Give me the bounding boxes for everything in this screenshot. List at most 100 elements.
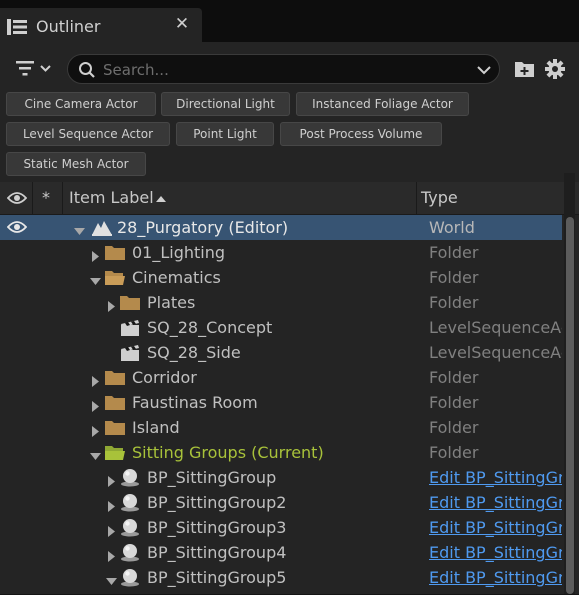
outliner-list-icon (6, 18, 28, 36)
actor-sphere-icon (119, 543, 141, 562)
add-folder-icon[interactable] (514, 59, 536, 79)
row-label: SQ_28_Side (147, 343, 241, 362)
expand-arrow-icon[interactable] (106, 472, 117, 487)
row-label: Plates (147, 293, 196, 312)
search-box[interactable] (67, 54, 500, 84)
outliner-panel: Cine Camera Actor Directional Light Inst… (0, 42, 579, 594)
expand-arrow-icon[interactable] (90, 372, 101, 387)
expand-arrow-icon[interactable] (90, 272, 101, 285)
filter-chip-instanced-foliage-actor[interactable]: Instanced Foliage Actor (296, 92, 469, 116)
expand-arrow-icon[interactable] (90, 447, 101, 460)
folder-icon (104, 368, 126, 387)
folder-icon (104, 243, 126, 262)
edit-blueprint-link[interactable]: Edit BP_SittingGroup (429, 518, 562, 537)
row-type: Folder (429, 393, 479, 412)
column-pin[interactable]: * (33, 182, 63, 214)
tree-row-sequence[interactable]: SQ_28_Concept LevelSequenceActor (0, 315, 562, 340)
row-label: Corridor (132, 368, 197, 387)
filter-chip-directional-light[interactable]: Directional Light (161, 92, 290, 116)
filter-chip-static-mesh-actor[interactable]: Static Mesh Actor (6, 152, 146, 176)
edit-blueprint-link[interactable]: Edit BP_SittingGroup (429, 493, 562, 512)
expand-arrow-icon[interactable] (106, 297, 117, 312)
tree-row-folder[interactable]: Plates Folder (0, 290, 562, 315)
tree-row-actor[interactable]: BP_SittingGroup Edit BP_SittingGroup (0, 465, 562, 490)
sort-ascending-icon (156, 196, 166, 202)
row-type: Folder (429, 293, 479, 312)
folder-icon (104, 393, 126, 412)
row-type: Folder (429, 418, 479, 437)
clapperboard-icon (119, 318, 141, 337)
edit-blueprint-link[interactable]: Edit BP_SittingGroup (429, 543, 562, 562)
folder-open-icon (104, 443, 126, 462)
outliner-tree: 28_Purgatory (Editor) World 01_Lighting … (0, 215, 579, 595)
actor-sphere-icon (119, 493, 141, 512)
filter-button[interactable] (14, 58, 56, 80)
row-label: BP_SittingGroup2 (147, 493, 287, 512)
tree-row-folder[interactable]: Faustinas Room Folder (0, 390, 562, 415)
tree-row-folder-current[interactable]: Sitting Groups (Current) Folder (0, 440, 562, 465)
tab-outliner[interactable]: Outliner ✕ (0, 8, 202, 44)
row-type: Folder (429, 243, 479, 262)
tree-row-actor[interactable]: BP_SittingGroup3 Edit BP_SittingGroup (0, 515, 562, 540)
expand-arrow-icon[interactable] (90, 247, 101, 262)
column-header-row: * Item Label Type (0, 182, 579, 215)
row-label: Sitting Groups (Current) (132, 443, 324, 462)
tree-row-folder[interactable]: Cinematics Folder (0, 265, 562, 290)
tree-row-folder[interactable]: Corridor Folder (0, 365, 562, 390)
folder-icon (119, 293, 141, 312)
filter-chip-post-process-volume[interactable]: Post Process Volume (280, 122, 442, 146)
row-type: Folder (429, 268, 479, 287)
filter-chip-point-light[interactable]: Point Light (176, 122, 274, 146)
expand-arrow-icon[interactable] (90, 397, 101, 412)
row-label: BP_SittingGroup4 (147, 543, 287, 562)
expand-arrow-icon[interactable] (106, 522, 117, 537)
pin-header: * (42, 188, 50, 207)
edit-blueprint-link[interactable]: Edit BP_SittingGroup (429, 468, 562, 487)
clapperboard-icon (119, 343, 141, 362)
row-label: 01_Lighting (132, 243, 226, 262)
scrollbar-thumb[interactable] (566, 217, 574, 594)
tree-row-actor[interactable]: BP_SittingGroup4 Edit BP_SittingGroup (0, 540, 562, 565)
close-icon[interactable]: ✕ (174, 16, 190, 33)
tree-row-folder[interactable]: Island Folder (0, 415, 562, 440)
column-item-label[interactable]: Item Label (63, 182, 417, 214)
tree-row-actor[interactable]: BP_SittingGroup5 Edit BP_SittingGroup (0, 565, 562, 590)
row-label: BP_SittingGroup3 (147, 518, 287, 537)
row-label: BP_SittingGroup (147, 468, 277, 487)
tab-title: Outliner (36, 17, 101, 36)
expand-arrow-icon[interactable] (90, 422, 101, 437)
expand-arrow-icon[interactable] (74, 222, 85, 235)
row-label: BP_SittingGroup5 (147, 568, 287, 587)
filter-chip-level-sequence-actor[interactable]: Level Sequence Actor (6, 122, 170, 146)
vertical-scrollbar[interactable] (564, 173, 575, 594)
filter-chip-cine-camera-actor[interactable]: Cine Camera Actor (6, 92, 156, 116)
edit-blueprint-link[interactable]: Edit BP_SittingGroup (429, 568, 562, 587)
search-input[interactable] (101, 58, 465, 82)
row-label: Cinematics (132, 268, 221, 287)
row-label: SQ_28_Concept (147, 318, 273, 337)
expand-arrow-icon[interactable] (106, 547, 117, 562)
column-visibility[interactable] (0, 182, 33, 214)
chevron-down-icon[interactable] (476, 62, 492, 76)
row-label: Faustinas Room (132, 393, 258, 412)
folder-icon (104, 418, 126, 437)
tree-row-world[interactable]: 28_Purgatory (Editor) World (0, 215, 562, 240)
eye-icon[interactable] (6, 219, 28, 235)
search-icon (78, 61, 96, 79)
row-label: Island (132, 418, 180, 437)
expand-arrow-icon[interactable] (106, 497, 117, 512)
row-type: World (429, 218, 475, 237)
world-icon (91, 218, 113, 237)
row-type: Folder (429, 368, 479, 387)
row-type: LevelSequenceActor (429, 343, 562, 362)
expand-arrow-icon[interactable] (106, 572, 117, 585)
column-type[interactable]: Type (417, 182, 562, 214)
actor-sphere-icon (119, 568, 141, 587)
tab-bar: Outliner ✕ (0, 0, 579, 44)
tree-row-actor[interactable]: BP_SittingGroup2 Edit BP_SittingGroup (0, 490, 562, 515)
gear-icon[interactable] (544, 58, 566, 80)
tree-row-sequence[interactable]: SQ_28_Side LevelSequenceActor (0, 340, 562, 365)
actor-sphere-icon (119, 518, 141, 537)
row-type: LevelSequenceActor (429, 318, 562, 337)
tree-row-folder[interactable]: 01_Lighting Folder (0, 240, 562, 265)
